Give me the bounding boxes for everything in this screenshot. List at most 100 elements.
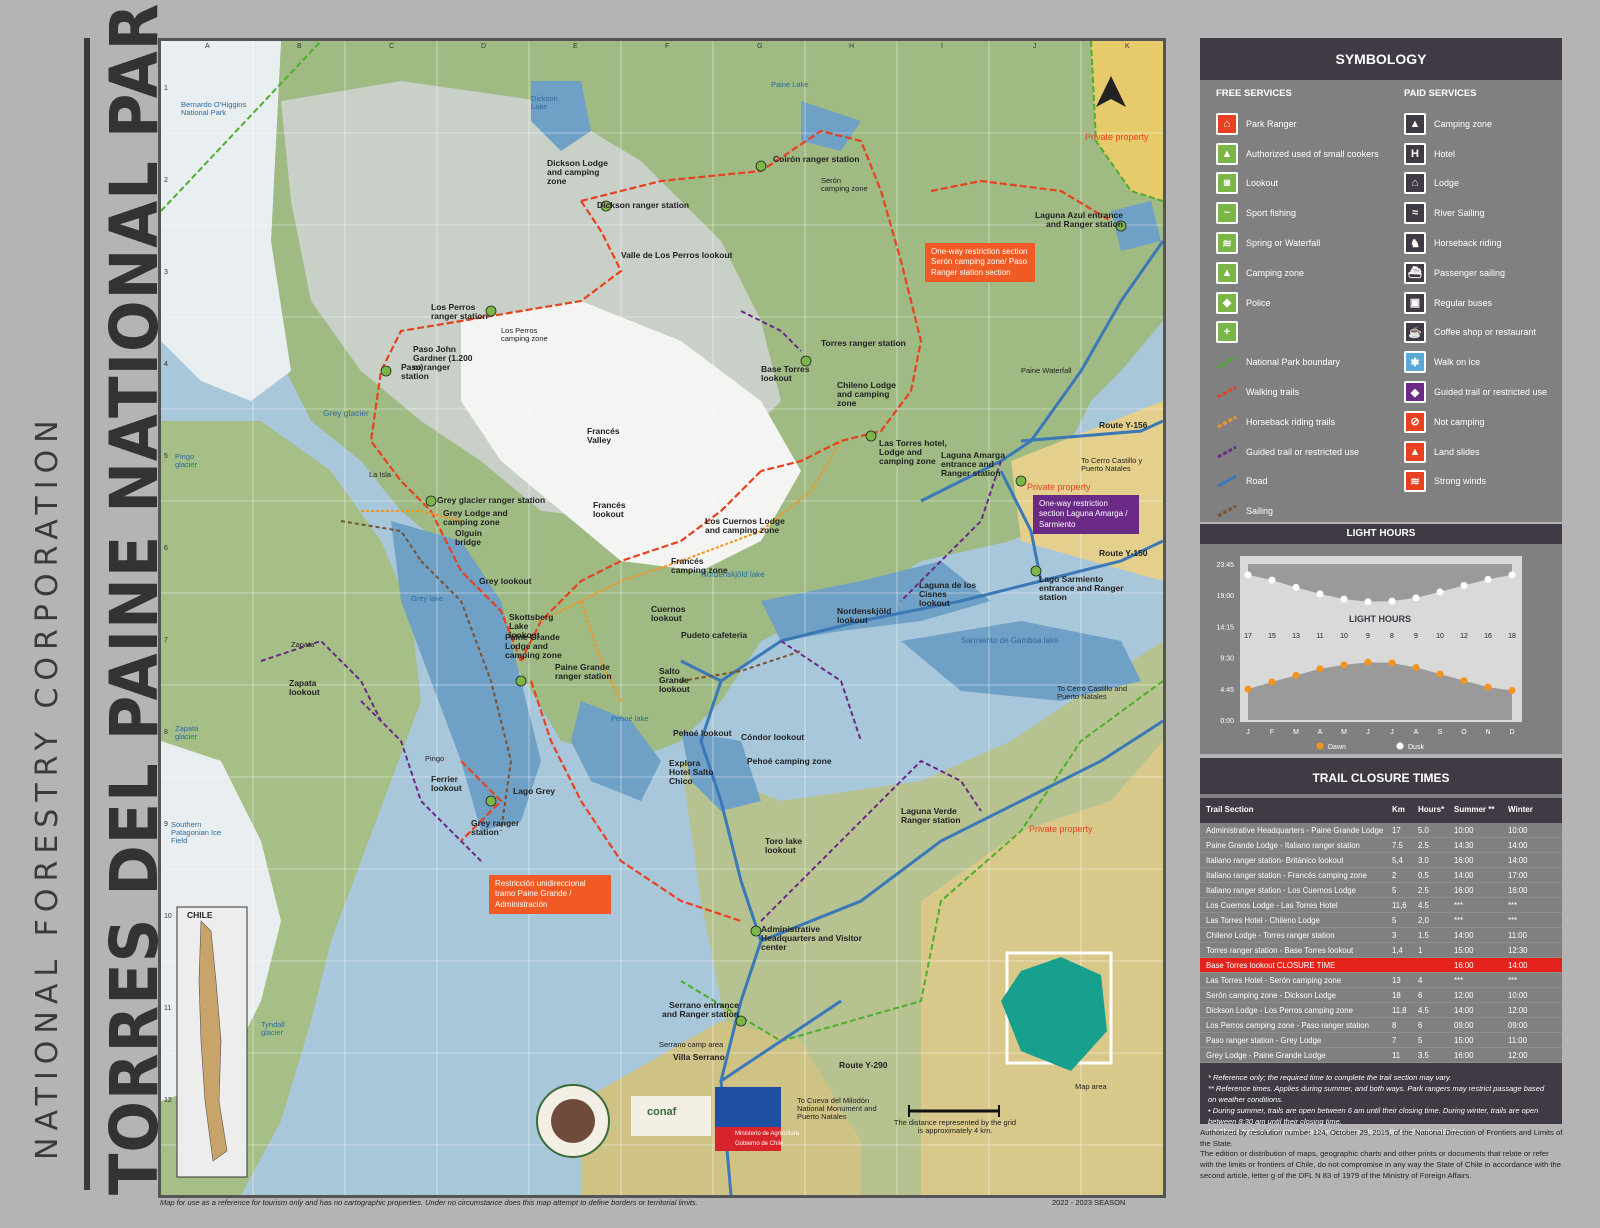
label-admin-hq[interactable]: Administrative Headquarters and Visitor … <box>761 925 871 952</box>
legend-label: Road <box>1246 476 1268 487</box>
cell-hours: 4 <box>1412 972 1448 988</box>
label-pehoe-camping[interactable]: Pehoé camping zone <box>747 757 832 766</box>
trail-closure-rows: Administrative Headquarters - Paine Gran… <box>1200 823 1562 1063</box>
label-laguna-verde[interactable]: Laguna Verde Ranger station <box>901 807 971 825</box>
hours-label: 9 <box>1366 633 1370 640</box>
label-los-perros-ranger[interactable]: Los Perros ranger station <box>431 303 497 321</box>
label-zapata-lookout[interactable]: Zapata lookout <box>289 679 329 697</box>
cell-km: 5 <box>1386 912 1412 928</box>
label-paso-ranger[interactable]: Paso ranger station <box>401 363 451 381</box>
cell-trail-section: Serón camping zone - Dickson Lodge <box>1200 987 1386 1003</box>
label-seron-camping[interactable]: Serón camping zone <box>821 177 871 193</box>
label-villa-serrano[interactable]: Villa Serrano <box>673 1053 725 1062</box>
label-dickson-lake: Dickson Lake <box>531 94 558 111</box>
grid-col-g: G <box>757 43 763 50</box>
legend-label: Horseback riding <box>1434 238 1502 249</box>
hours-label: 10 <box>1340 633 1348 640</box>
table-row: Los Perros camping zone - Paso ranger st… <box>1200 1017 1562 1033</box>
label-grey-ranger[interactable]: Grey ranger station <box>471 819 521 837</box>
hours-label: 12 <box>1460 633 1468 640</box>
label-dickson-lodge[interactable]: Dickson Lodge and camping zone <box>547 159 617 186</box>
label-grey-lake: Grey lake <box>411 594 444 603</box>
table-row: Serón camping zone - Dickson Lodge 18 6 12:… <box>1200 987 1562 1003</box>
tent-icon: ▲ <box>1404 112 1426 135</box>
label-frances-lookout[interactable]: Francés lookout <box>593 501 633 519</box>
label-paine-grande-ranger[interactable]: Paine Grande ranger station <box>555 663 625 681</box>
grid-col-k: K <box>1125 43 1130 50</box>
cell-trail-section: Las Torres Hotel - Serón camping zone <box>1200 972 1386 988</box>
dusk-point <box>1412 594 1420 602</box>
cell-hours: 1 <box>1412 942 1448 958</box>
cell-hours: 2.5 <box>1412 882 1448 898</box>
dawn-point <box>1388 659 1396 667</box>
dawn-point <box>1436 670 1444 678</box>
cell-trail-section: Torres ranger station - Base Torres look… <box>1200 942 1386 958</box>
label-nordenskjold-lookout[interactable]: Nordenskjöld lookout <box>837 607 897 625</box>
legend-label: Park Ranger <box>1246 118 1297 129</box>
legend-item: ◙ Lookout <box>1216 169 1379 199</box>
cell-winter: 10:00 <box>1502 823 1562 838</box>
label-private-3: Private property <box>1029 824 1093 834</box>
label-laguna-amarga[interactable]: Laguna Amarga entrance and Ranger statio… <box>941 451 1011 478</box>
label-serrano[interactable]: Serrano entrance and Ranger station <box>659 1001 739 1019</box>
label-chileno[interactable]: Chileno Lodge and camping zone <box>837 381 907 408</box>
label-coiron-ranger[interactable]: Coirón ranger station <box>773 155 859 164</box>
label-paine-grande-lodge[interactable]: Paine Grande Lodge and camping zone <box>505 633 565 660</box>
label-cuernos-lookout[interactable]: Cuernos lookout <box>651 605 691 623</box>
title-band: NATIONAL FORESTRY CORPORATION TORRES DEL… <box>0 0 173 1228</box>
table-row: Dickson Lodge - Los Perros camping zone 1… <box>1200 1002 1562 1018</box>
month-label: S <box>1438 729 1443 736</box>
grid-row-12: 12 <box>164 1097 172 1104</box>
label-base-torres[interactable]: Base Torres lookout <box>761 365 811 383</box>
label-toro-lookout[interactable]: Toro lake lookout <box>765 837 805 855</box>
label-lago-grey[interactable]: Lago Grey <box>513 787 555 796</box>
light-hours-chart: 23:45 19:00 14:15 9:30 4:45 0:00 LIGHT HOURS 17… <box>1216 556 1522 751</box>
cell-trail-section: Grey Lodge - Paine Grande Lodge <box>1200 1047 1386 1063</box>
cell-km: 5,4 <box>1386 852 1412 868</box>
label-torres-ranger[interactable]: Torres ranger station <box>821 339 906 348</box>
legend-item: ≈ River Sailing <box>1404 198 1547 228</box>
label-valle-perros[interactable]: Valle de Los Perros lookout <box>621 251 732 260</box>
label-salto-grande[interactable]: Salto Grande lookout <box>659 667 709 694</box>
label-serrano-camp[interactable]: Serrano camp area <box>659 1041 723 1049</box>
cell-summer: 16:00 <box>1448 852 1502 868</box>
park-map[interactable]: A B C D E F G H I J K 1 2 3 4 5 6 7 8 9 … <box>158 38 1166 1198</box>
label-grey-lodge[interactable]: Grey Lodge and camping zone <box>443 509 513 527</box>
grid-row-7: 7 <box>164 637 168 644</box>
label-pudeto[interactable]: Pudeto cafeteria <box>681 631 747 640</box>
table-row: Paso ranger station - Grey Lodge 7 5 15:00 1… <box>1200 1032 1562 1048</box>
grid-col-i: I <box>941 43 943 50</box>
callout-paine-grande: Restricción unidireccional tramo Paine G… <box>489 875 611 915</box>
label-grey-glacier-ranger[interactable]: Grey glacier ranger station <box>437 496 545 505</box>
label-laguna-azul[interactable]: Laguna Azul entrance and Ranger station <box>1033 211 1123 229</box>
label-chile: CHILE <box>187 910 213 920</box>
label-lago-sarmiento[interactable]: Lago Sarmiento entrance and Ranger stati… <box>1039 575 1139 602</box>
cell-km: 7 <box>1386 1032 1412 1048</box>
legend-item: ⊘ Not camping <box>1404 407 1547 437</box>
legend-item: ▲ Camping zone <box>1404 109 1547 139</box>
legend-label: Spring or Waterfall <box>1246 238 1321 249</box>
boundary-line-icon <box>1216 351 1238 373</box>
label-ferrier-lookout[interactable]: Ferrier lookout <box>431 775 471 793</box>
label-cisnes[interactable]: Laguna de los Cisnes lookout <box>919 581 979 608</box>
label-grey-lookout[interactable]: Grey lookout <box>479 577 531 586</box>
y-tick-label: 23:45 <box>1216 562 1234 569</box>
tent-icon: ▲ <box>1216 261 1238 284</box>
label-los-perros-camping[interactable]: Los Perros camping zone <box>501 327 561 343</box>
legend-item: ⌂ Lodge <box>1404 169 1547 199</box>
label-grid-distance: The distance represented by the grid is … <box>893 1118 1017 1135</box>
label-condor[interactable]: Cóndor lookout <box>741 733 804 742</box>
dusk-point <box>1436 588 1444 596</box>
light-hours-title: LIGHT HOURS <box>1200 524 1562 544</box>
label-olguin[interactable]: Olguín bridge <box>455 529 495 547</box>
label-dickson-ranger[interactable]: Dickson ranger station <box>597 201 689 210</box>
grid-row-4: 4 <box>164 361 168 368</box>
label-explora[interactable]: Explora Hotel Salto Chico <box>669 759 719 786</box>
ice-walk-icon: ✱ <box>1404 351 1426 374</box>
grid-col-c: C <box>389 43 395 50</box>
grid-row-3: 3 <box>164 269 168 276</box>
label-los-cuernos[interactable]: Los Cuernos Lodge and camping zone <box>705 517 785 535</box>
label-pehoe-lookout[interactable]: Pehoé lookout <box>673 729 732 738</box>
road-line-icon <box>1216 470 1238 492</box>
cell-km: 11,6 <box>1386 897 1412 913</box>
